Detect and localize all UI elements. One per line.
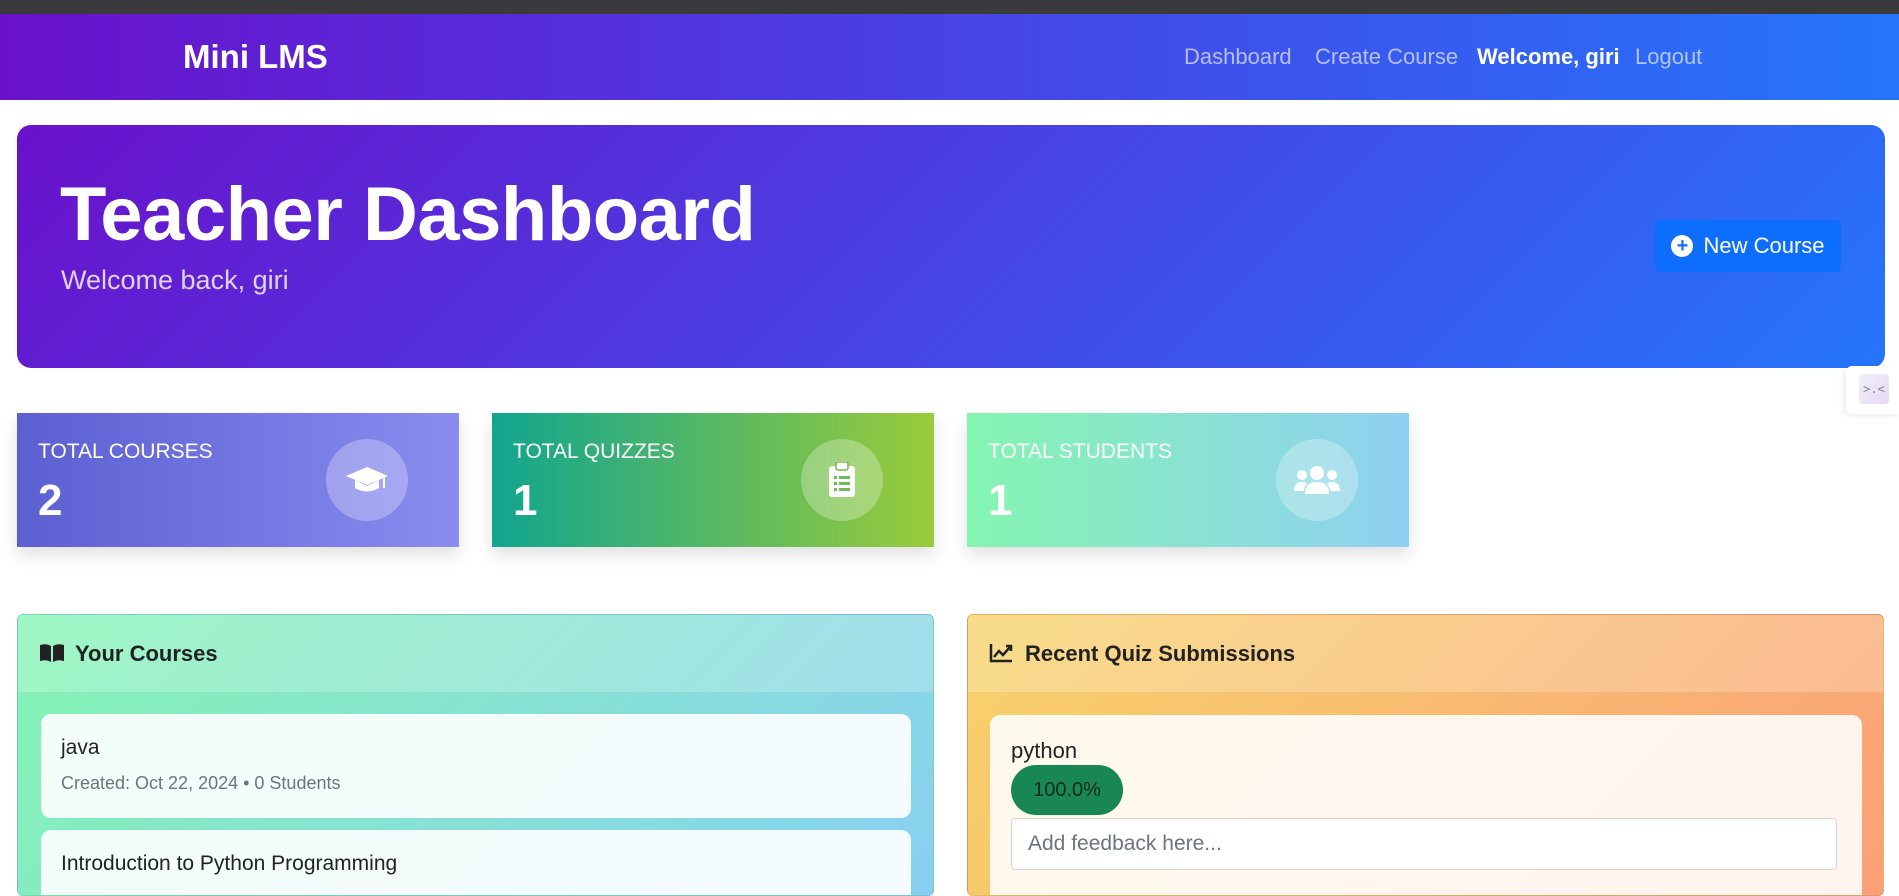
- nav-welcome-user[interactable]: Welcome, giri: [1477, 44, 1620, 70]
- stat-icon-circle: [326, 439, 408, 521]
- stat-label: TOTAL COURSES: [38, 440, 213, 463]
- panel-title: Your Courses: [75, 641, 218, 666]
- browser-top-strip: [0, 0, 1899, 14]
- stat-label: TOTAL QUIZZES: [513, 440, 675, 463]
- nav-link-dashboard[interactable]: Dashboard: [1184, 44, 1292, 70]
- stat-card-total-courses: TOTAL COURSES 2: [17, 413, 459, 547]
- feedback-input[interactable]: [1011, 818, 1837, 870]
- course-meta: Created: Oct 22, 2024 • 0 Students: [61, 773, 341, 793]
- code-icon: >.<: [1859, 374, 1889, 404]
- panel-header: Your Courses: [18, 615, 933, 693]
- side-floating-widget[interactable]: >.<: [1846, 366, 1899, 414]
- stat-icon-circle: [801, 439, 883, 521]
- recent-submissions-panel: Recent Quiz Submissions python 100.0%: [967, 614, 1884, 896]
- stat-value: 1: [988, 476, 1013, 525]
- stat-card-total-students: TOTAL STUDENTS 1: [967, 413, 1409, 547]
- brand-logo[interactable]: Mini LMS: [183, 38, 328, 76]
- new-course-label: New Course: [1703, 233, 1825, 258]
- course-item[interactable]: java Created: Oct 22, 2024 • 0 Students: [41, 714, 911, 818]
- course-item[interactable]: Introduction to Python Programming: [41, 830, 911, 895]
- course-name: Introduction to Python Programming: [61, 852, 398, 875]
- stat-value: 2: [38, 476, 63, 525]
- welcome-subtitle: Welcome back, giri: [61, 265, 289, 295]
- panel-header: Recent Quiz Submissions: [968, 615, 1883, 693]
- nav-link-create-course[interactable]: Create Course: [1315, 44, 1458, 70]
- book-open-icon: [40, 644, 64, 662]
- new-course-button[interactable]: + New Course: [1655, 220, 1841, 272]
- stat-value: 1: [513, 476, 538, 525]
- stat-card-total-quizzes: TOTAL QUIZZES 1: [492, 413, 934, 547]
- score-badge: 100.0%: [1011, 765, 1123, 815]
- course-name: java: [61, 736, 100, 759]
- stat-icon-circle: [1276, 439, 1358, 521]
- users-icon: [1294, 466, 1340, 494]
- plus-circle-icon: +: [1671, 235, 1694, 257]
- submission-item: python 100.0%: [990, 715, 1862, 895]
- your-courses-panel: Your Courses java Created: Oct 22, 2024 …: [17, 614, 934, 896]
- page-title: Teacher Dashboard: [60, 172, 756, 257]
- navbar: Mini LMS Dashboard Create Course Welcome…: [0, 14, 1899, 100]
- quiz-name: python: [1011, 738, 1078, 763]
- stat-label: TOTAL STUDENTS: [988, 440, 1172, 463]
- nav-link-logout[interactable]: Logout: [1635, 44, 1702, 70]
- graduation-cap-icon: [346, 467, 388, 492]
- panel-title: Recent Quiz Submissions: [1025, 641, 1296, 666]
- chart-line-icon: [989, 644, 1013, 663]
- dashboard-hero: Teacher Dashboard Welcome back, giri + N…: [17, 125, 1885, 368]
- clipboard-list-icon: [829, 462, 855, 497]
